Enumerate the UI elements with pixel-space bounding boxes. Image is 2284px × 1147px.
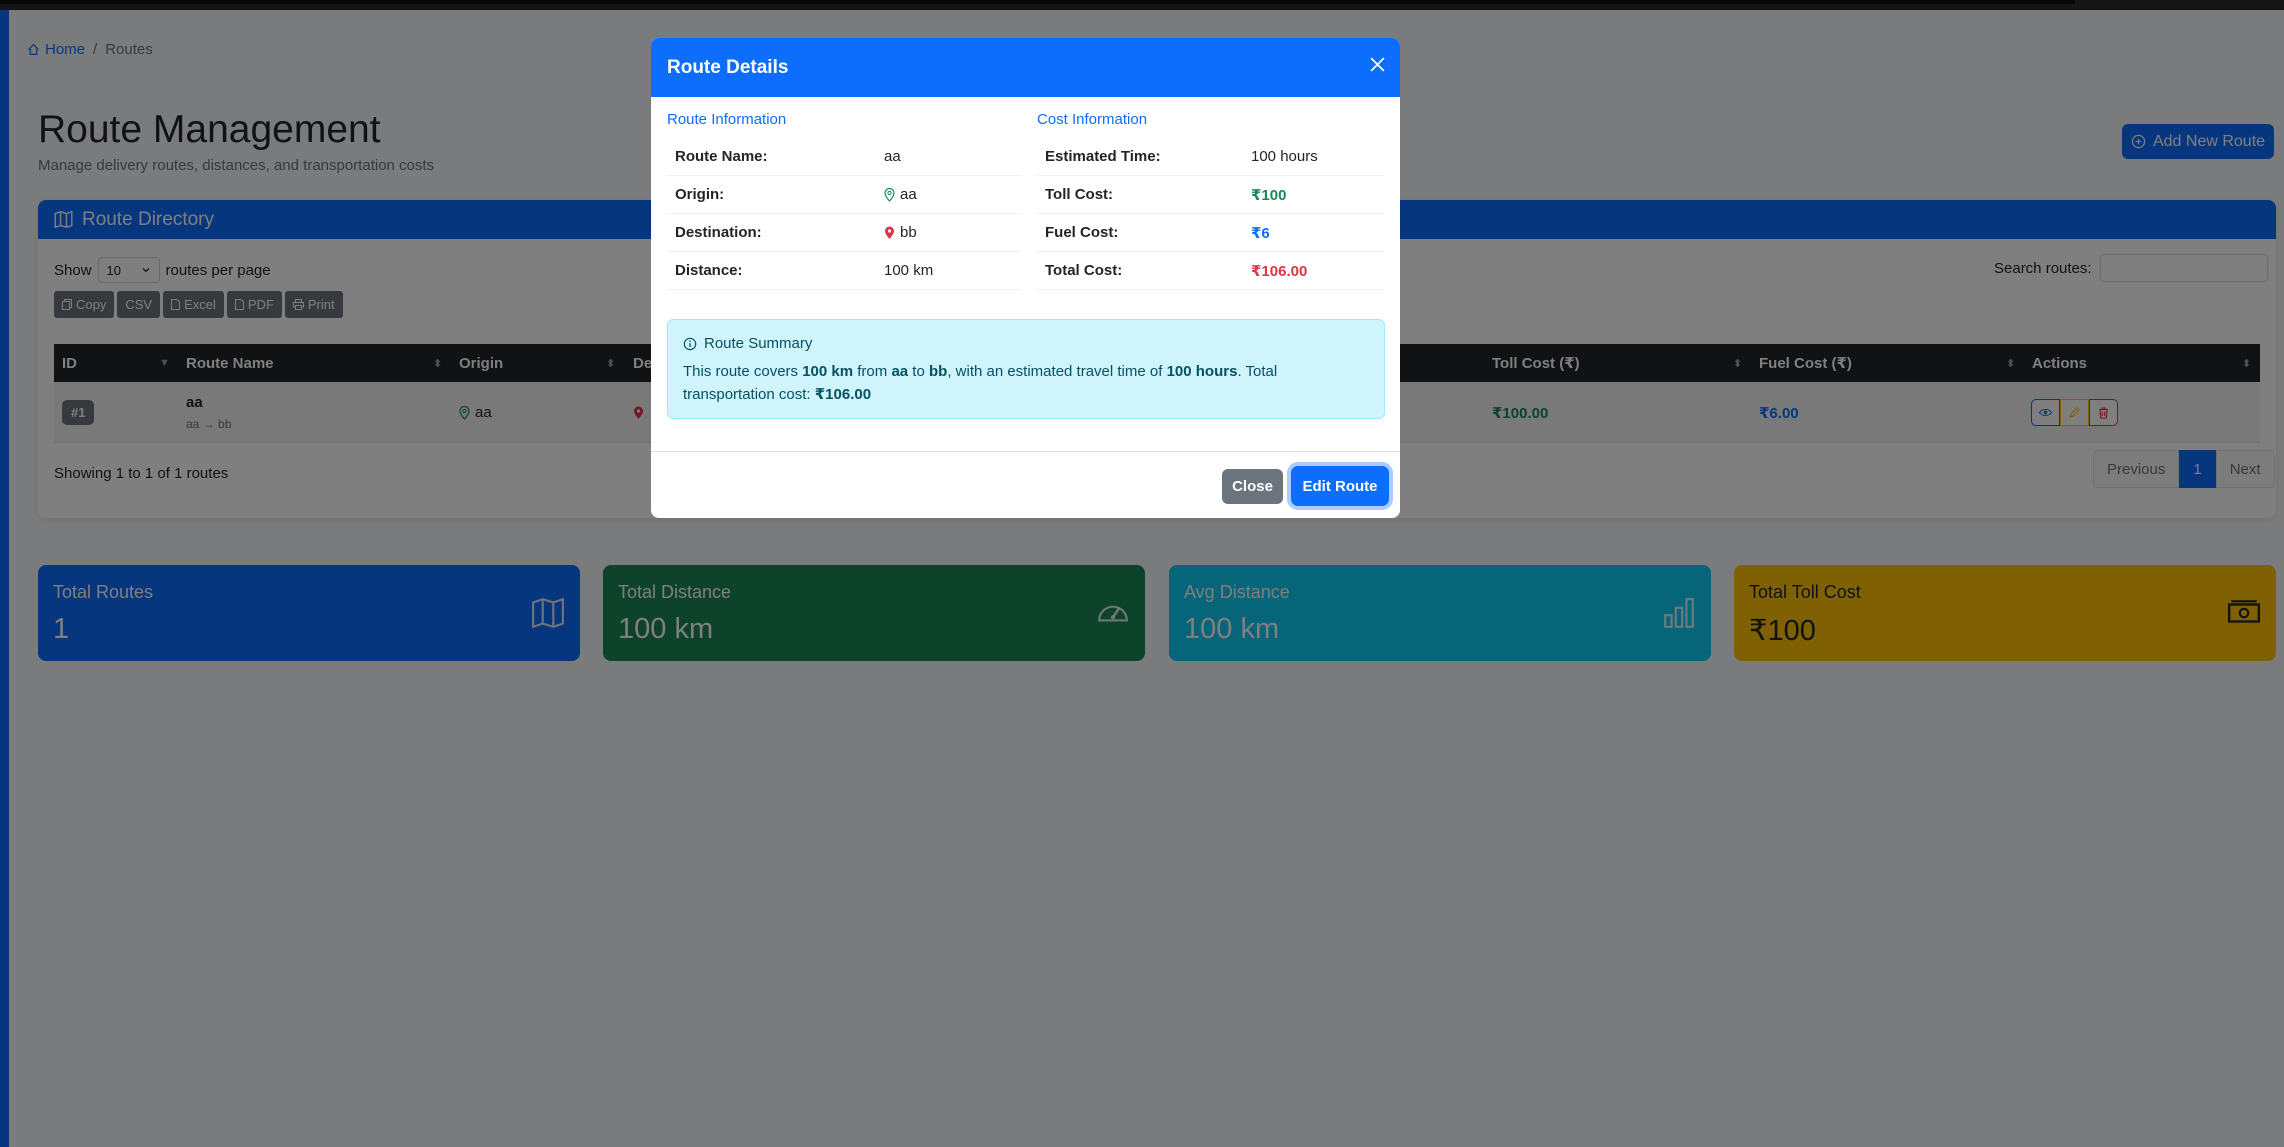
route-details-modal: Route Details Route Information Route Na…	[651, 38, 1400, 518]
edit-route-button[interactable]: Edit Route	[1291, 466, 1389, 506]
destination-value: bb	[900, 224, 917, 241]
cost-information-table: Estimated Time: 100 hours Toll Cost: ₹100 …	[1037, 138, 1385, 290]
modal-header: Route Details	[651, 38, 1400, 97]
total-cost-value: ₹106.00	[1251, 262, 1308, 280]
route-name-value: aa	[884, 148, 901, 165]
geo-alt-outline-icon	[884, 187, 895, 202]
fuel-cost-value: ₹6	[1251, 224, 1270, 242]
distance-value: 100 km	[884, 262, 934, 279]
modal-footer: Close Edit Route	[651, 451, 1400, 518]
estimated-time-label: Estimated Time:	[1045, 148, 1161, 165]
info-circle-icon	[683, 337, 697, 350]
close-icon[interactable]	[1369, 56, 1386, 73]
cost-information-heading: Cost Information	[1037, 111, 1148, 128]
geo-alt-fill-icon	[885, 226, 894, 239]
origin-label: Origin:	[675, 186, 725, 203]
fuel-cost-label: Fuel Cost:	[1045, 224, 1119, 241]
route-summary-title: Route Summary	[704, 335, 813, 352]
route-information-heading: Route Information	[667, 111, 787, 128]
origin-value: aa	[900, 186, 917, 203]
toll-cost-label: Toll Cost:	[1045, 186, 1114, 203]
total-cost-label: Total Cost:	[1045, 262, 1123, 279]
destination-label: Destination:	[675, 224, 762, 241]
estimated-time-value: 100 hours	[1251, 148, 1318, 165]
route-summary-text: This route covers 100 km from aa to bb, …	[683, 363, 1278, 403]
route-information-table: Route Name: aa Origin: aa Destination: bb D…	[667, 138, 1021, 290]
distance-label: Distance:	[675, 262, 743, 279]
toll-cost-value: ₹100	[1251, 186, 1287, 204]
modal-title: Route Details	[667, 56, 789, 78]
route-summary-alert: Route Summary This route covers 100 km f…	[667, 319, 1385, 419]
route-name-label: Route Name:	[675, 148, 768, 165]
close-button[interactable]: Close	[1222, 469, 1283, 504]
